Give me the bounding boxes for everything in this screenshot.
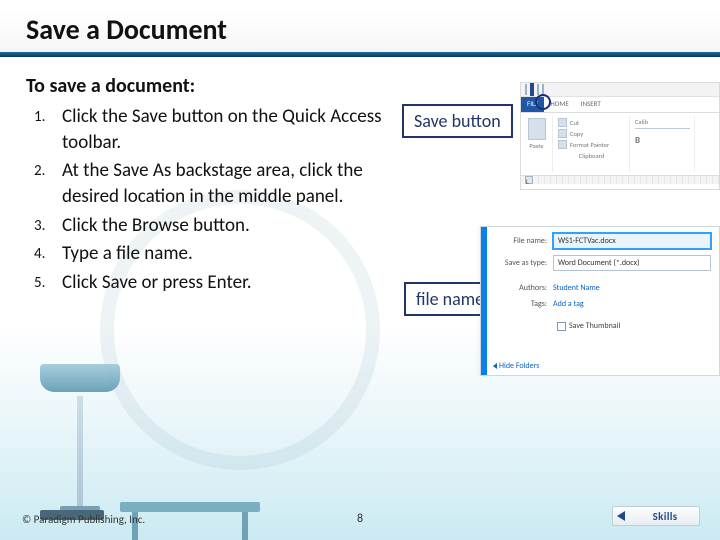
callout-save-button: Save button: [402, 104, 513, 138]
decor-lamp: [40, 364, 120, 520]
title-underline: [0, 52, 720, 57]
cut-icon: [558, 118, 567, 127]
skills-button[interactable]: Skills: [612, 506, 700, 526]
paste-label: Paste: [525, 142, 548, 150]
paste-icon: [528, 118, 546, 140]
decor-bench: [120, 502, 260, 512]
copyright: © Paradigm Publishing, Inc.: [22, 513, 145, 526]
label-save-as-type: Save as type:: [493, 258, 553, 268]
clipboard-group-label: Clipboard: [558, 152, 625, 160]
slide: Save a Document To save a document: 1.Cl…: [0, 0, 720, 540]
slide-title: Save a Document: [26, 12, 227, 47]
format-painter-icon: [558, 140, 567, 149]
value-tags: Add a tag: [553, 299, 584, 309]
ruler: L: [521, 175, 719, 184]
step-2: 2.At the Save As backstage area, click t…: [34, 158, 386, 209]
page-number: 8: [357, 512, 363, 526]
quick-access-toolbar: [521, 83, 719, 97]
undo-icon: [537, 85, 539, 94]
field-file-name: WS1-FCTVac.docx: [553, 233, 711, 249]
format-painter-label: Format Painter: [570, 141, 609, 149]
arrow-left-icon: [617, 511, 625, 521]
chevron-left-icon: [493, 363, 497, 369]
word-ribbon-screenshot: FILE HOME INSERT Paste Cut Copy Format P…: [520, 82, 720, 190]
save-as-dialog-screenshot: File name: WS1-FCTVac.docx Save as type:…: [480, 226, 720, 376]
ribbon-body: Paste Cut Copy Format Painter Clipboard …: [521, 113, 719, 175]
font-name-field: Calib: [635, 118, 690, 129]
checkbox-save-thumbnail: [557, 322, 566, 331]
dialog-accent-bar: [481, 227, 487, 375]
value-authors: Student Name: [553, 283, 600, 293]
label-save-thumbnail: Save Thumbnail: [569, 321, 620, 331]
label-authors: Authors:: [493, 283, 553, 293]
redo-icon: [542, 85, 544, 94]
tab-insert: INSERT: [575, 97, 607, 112]
copy-icon: [558, 129, 567, 138]
step-3: 3.Click the Browse button.: [34, 213, 386, 239]
field-save-as-type: Word Document (*.docx): [553, 255, 711, 271]
intro-heading: To save a document:: [26, 74, 386, 98]
save-button-highlight: [535, 94, 551, 110]
step-5: 5.Click Save or press Enter.: [34, 270, 386, 296]
ruler-tab-marker: L: [525, 176, 533, 184]
hide-folders-link: Hide Folders: [493, 361, 539, 371]
label-file-name: File name:: [493, 236, 553, 246]
word-icon: [525, 85, 527, 94]
cut-label: Cut: [570, 119, 579, 127]
step-4: 4.Type a file name.: [34, 241, 386, 267]
body-text: To save a document: 1.Click the Save but…: [26, 74, 386, 298]
label-tags: Tags:: [493, 299, 553, 309]
step-1: 1.Click the Save button on the Quick Acc…: [34, 104, 386, 155]
skills-label: Skills: [631, 510, 699, 523]
bold-button: B: [635, 135, 690, 146]
copy-label: Copy: [570, 130, 583, 138]
save-icon: [530, 85, 534, 94]
